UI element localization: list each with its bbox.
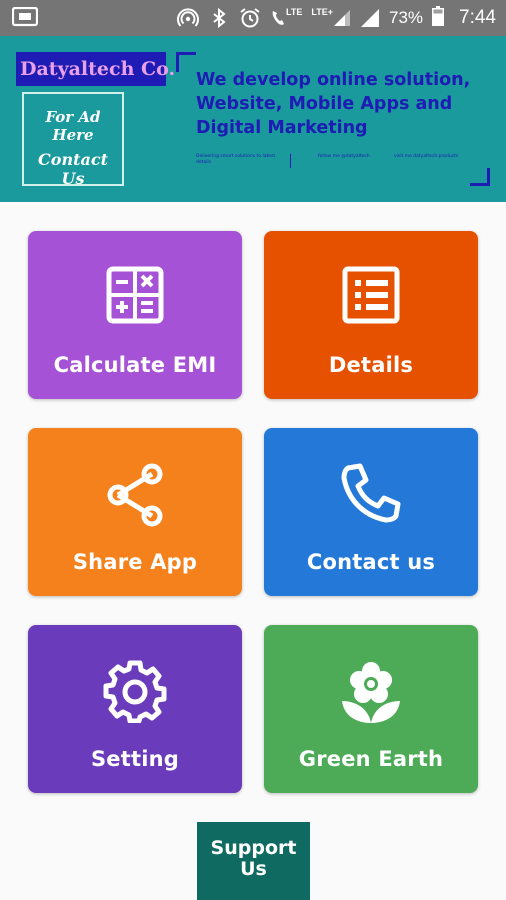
signal-2-icon	[360, 9, 379, 27]
calculate-emi-label: Calculate EMI	[53, 353, 217, 377]
signal-icon	[333, 10, 350, 26]
calculator-icon	[106, 266, 164, 324]
setting-button[interactable]: Setting	[28, 625, 242, 793]
flower-icon	[342, 662, 400, 723]
battery-icon	[432, 5, 445, 31]
fine-print-divider	[290, 154, 291, 168]
setting-label: Setting	[90, 747, 180, 771]
fine-print-2: follow me @datyaltech	[318, 154, 370, 159]
corner-bracket-bottom-right	[470, 168, 490, 186]
ad-line-contact: Contact Us	[38, 150, 108, 188]
details-button[interactable]: Details	[264, 231, 478, 399]
green-earth-button[interactable]: Green Earth	[264, 625, 478, 793]
fine-print-1: Delivering smart solutions to latest det…	[196, 154, 276, 165]
corner-bracket-top-left	[176, 52, 196, 72]
ad-banner[interactable]: Datyaltech Co. For Ad Here Contact Us We…	[0, 36, 506, 202]
hotspot-icon	[177, 7, 200, 29]
banner-headline: We develop online solution, Website, Mob…	[196, 70, 471, 138]
share-app-label: Share App	[72, 550, 198, 574]
clock: 7:44	[459, 7, 496, 28]
contact-us-label: Contact us	[306, 550, 436, 574]
brand-name: Datyaltech Co.	[16, 52, 175, 86]
gear-icon	[103, 660, 167, 723]
share-icon	[107, 463, 163, 527]
lte-plus-signal: LTE+	[311, 7, 351, 27]
lte-plus-label: LTE+	[311, 7, 333, 17]
support-us-button[interactable]: Support Us	[197, 822, 310, 900]
phone-icon	[341, 463, 401, 523]
volte-call-icon: LTE	[270, 7, 303, 27]
bluetooth-icon	[208, 7, 230, 29]
lte-label: LTE	[286, 7, 303, 17]
calculate-emi-button[interactable]: Calculate EMI	[28, 231, 242, 399]
ad-contact-box[interactable]: For Ad Here Contact Us	[22, 92, 124, 188]
share-app-button[interactable]: Share App	[28, 428, 242, 596]
list-details-icon	[342, 266, 400, 324]
alarm-icon	[239, 7, 261, 29]
battery-percent: 73%	[388, 8, 424, 27]
banner-fine-print: Delivering smart solutions to latest det…	[196, 154, 486, 170]
details-label: Details	[328, 353, 414, 377]
screen-cast-icon	[11, 6, 39, 29]
contact-us-button[interactable]: Contact us	[264, 428, 478, 596]
ad-line-for-ad: For Ad Here	[45, 108, 101, 144]
status-bar: LTE LTE+ 73% 7:44	[0, 0, 506, 36]
fine-print-3: visit me datyaltech.products	[394, 154, 459, 159]
green-earth-label: Green Earth	[298, 747, 444, 771]
